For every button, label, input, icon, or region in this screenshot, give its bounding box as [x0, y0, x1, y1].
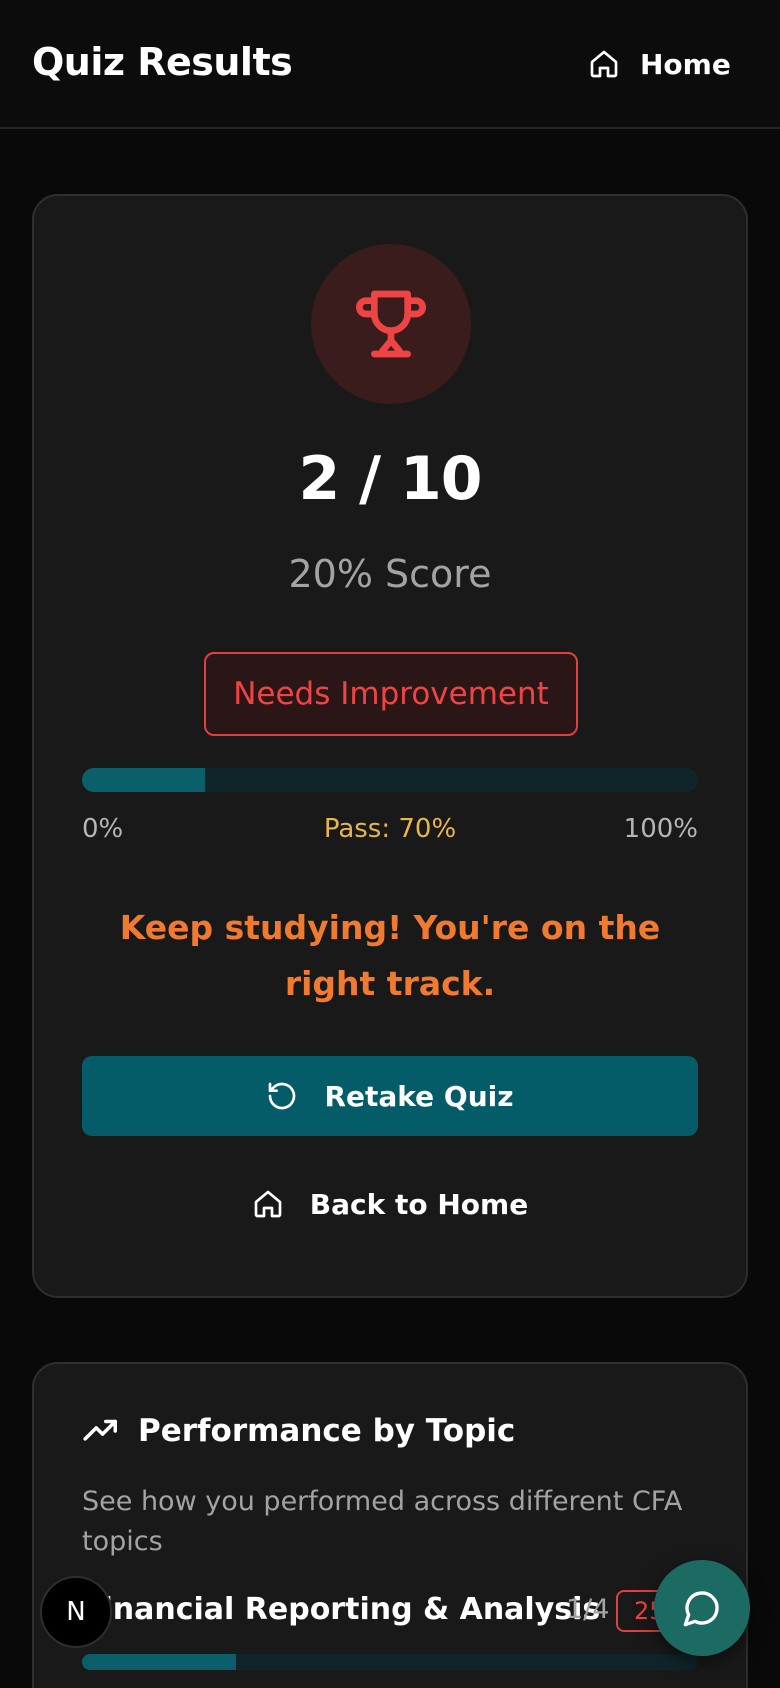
topic-progress-bar	[82, 1654, 698, 1670]
topic-performance-subtitle: See how you performed across different C…	[82, 1486, 683, 1557]
encouragement-message: Keep studying! You're on the right track…	[119, 908, 661, 1003]
pass-threshold-label: Pass: 70%	[323, 814, 457, 844]
quiz-results-page: Quiz Results Home 2 / 10 20% Score Needs…	[0, 0, 780, 1688]
topic-progress-fill	[82, 1654, 236, 1670]
back-to-home-button[interactable]: Back to Home	[82, 1176, 698, 1232]
chat-bubble-icon	[683, 1591, 719, 1627]
retake-quiz-button[interactable]: Retake Quiz	[82, 1056, 698, 1136]
score-fraction: 2 / 10	[298, 444, 483, 514]
topic-performance-title: Performance by Topic	[138, 1413, 516, 1449]
progress-labels: 0% Pass: 70% 100%	[82, 814, 698, 850]
back-to-home-label: Back to Home	[309, 1187, 529, 1221]
chat-fab-button[interactable]	[654, 1560, 750, 1656]
score-progress-bar	[82, 768, 698, 792]
topic-name: Financial Reporting & Analysis	[82, 1592, 601, 1627]
home-icon	[254, 1190, 282, 1218]
home-icon	[590, 50, 618, 78]
topic-row: Financial Reporting & Analysis 1/4 25%	[82, 1590, 706, 1636]
page-title: Quiz Results	[32, 40, 293, 84]
home-nav-label: Home	[640, 47, 731, 81]
user-avatar[interactable]: N	[40, 1576, 112, 1648]
retake-quiz-label: Retake Quiz	[324, 1079, 514, 1113]
topic-performance-heading: Performance by Topic	[82, 1412, 515, 1450]
result-card: 2 / 10 20% Score Needs Improvement 0% Pa…	[32, 194, 748, 1298]
rotate-ccw-icon	[269, 1082, 296, 1110]
score-progress-fill	[82, 768, 206, 792]
home-nav-button[interactable]: Home	[588, 42, 731, 86]
score-percent: 20% Score	[288, 552, 492, 596]
progress-max-label: 100%	[623, 814, 698, 844]
trophy-icon	[356, 290, 426, 358]
topic-performance-card: Performance by Topic See how you perform…	[32, 1362, 748, 1688]
topic-count: 1/4	[566, 1594, 610, 1625]
trending-up-icon	[83, 1419, 117, 1441]
app-header: Quiz Results Home	[0, 0, 780, 129]
trophy-badge	[311, 244, 471, 404]
status-badge: Needs Improvement	[204, 652, 578, 736]
